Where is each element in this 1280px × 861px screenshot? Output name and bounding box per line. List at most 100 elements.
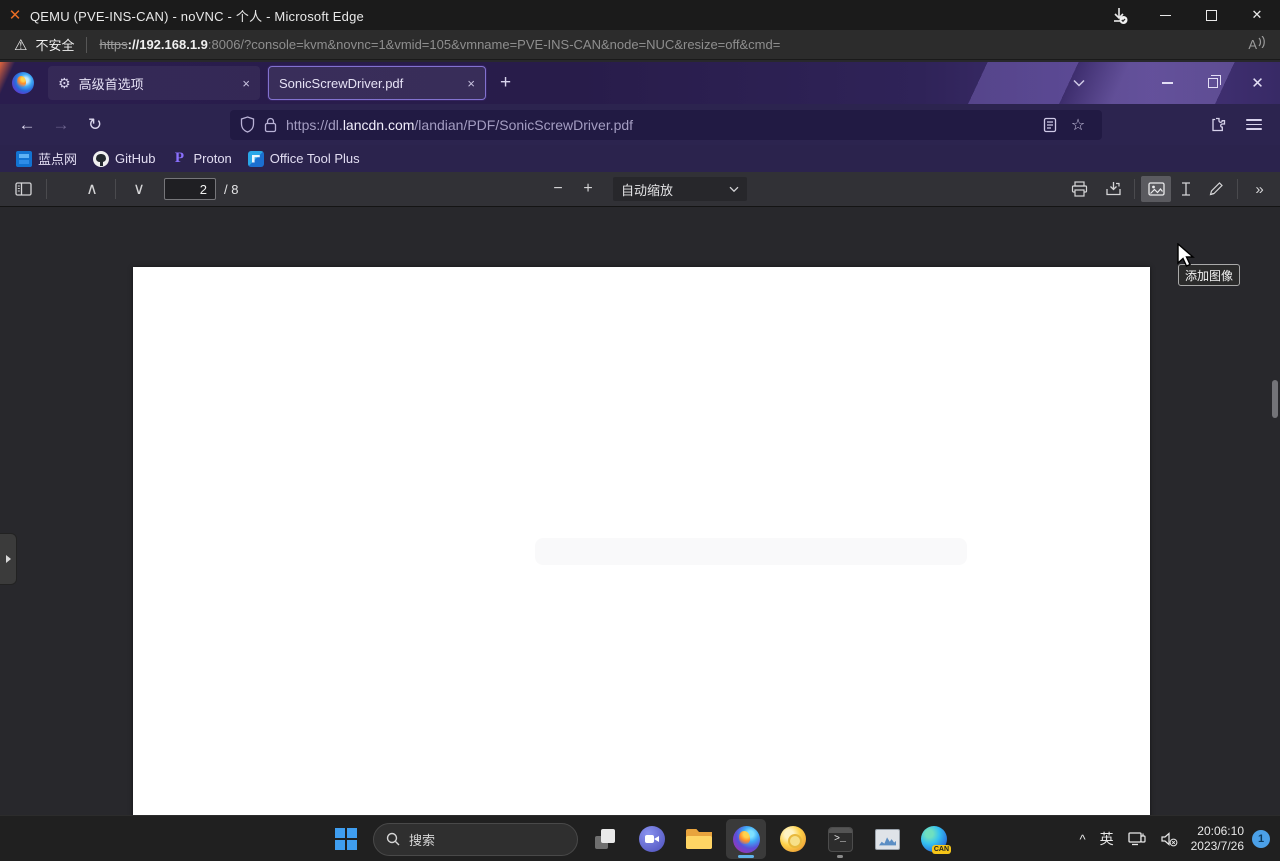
ff-minimize-button[interactable] — [1145, 62, 1190, 104]
edge-titlebar: ✕ QEMU (PVE-INS-CAN) - noVNC - 个人 - Micr… — [0, 0, 1280, 30]
proton-icon: P — [174, 150, 185, 166]
maximize-button[interactable] — [1188, 0, 1234, 30]
ff-restore-button[interactable] — [1190, 62, 1235, 104]
bookmark-proton[interactable]: P Proton — [171, 150, 232, 167]
search-icon — [386, 832, 400, 846]
terminal-icon: >_ — [827, 826, 853, 852]
task-manager-button[interactable] — [867, 819, 907, 859]
task-manager-icon — [874, 828, 900, 850]
chat-button[interactable] — [632, 819, 672, 859]
draw-pen-tool-icon[interactable] — [1201, 176, 1231, 202]
warning-icon: ⚠ — [14, 36, 28, 54]
next-page-button[interactable]: ∨ — [124, 176, 154, 202]
pdf-toolbar: ∧ ∨ / 8 − + 自动缩放 » — [0, 172, 1280, 207]
menu-hamburger-icon[interactable] — [1246, 119, 1262, 130]
ff-close-button[interactable]: ✕ — [1235, 62, 1280, 104]
firefox-taskbar-button[interactable] — [726, 819, 766, 859]
notification-badge[interactable]: 1 — [1252, 830, 1270, 848]
taskbar-search-box[interactable]: 搜索 — [373, 822, 578, 856]
chat-icon — [639, 826, 665, 852]
shield-icon[interactable] — [240, 116, 255, 133]
novnc-control-handle[interactable] — [0, 533, 17, 585]
sidebar-toggle-icon[interactable] — [8, 176, 38, 202]
terminal-button[interactable]: >_ — [820, 819, 860, 859]
add-image-tool-icon[interactable] — [1141, 176, 1171, 202]
zoom-level-select[interactable]: 自动缩放 — [613, 177, 747, 201]
page-count-label: / 8 — [224, 181, 239, 197]
more-tools-icon[interactable]: » — [1244, 176, 1274, 202]
chrome-canary-button[interactable] — [773, 819, 813, 859]
tab-close-icon[interactable]: × — [467, 76, 475, 91]
page-number-input[interactable] — [164, 178, 216, 200]
zoom-in-button[interactable]: + — [573, 176, 603, 202]
download-complete-icon[interactable] — [1096, 0, 1142, 30]
tab-sonicscrewdriver-pdf[interactable]: SonicScrewDriver.pdf × — [268, 66, 486, 100]
ime-indicator[interactable]: 英 — [1093, 829, 1121, 849]
previous-page-button[interactable]: ∧ — [77, 176, 107, 202]
reader-mode-icon[interactable] — [1036, 111, 1064, 139]
page-url[interactable]: https://dl.lancdn.com/landian/PDF/SonicS… — [286, 117, 1036, 133]
tab-list-chevron-icon[interactable] — [1073, 74, 1085, 92]
divider — [86, 36, 88, 53]
file-explorer-icon — [686, 829, 712, 849]
novnc-app-icon: ✕ — [8, 7, 22, 24]
back-button[interactable]: ← — [10, 110, 44, 140]
screen: ✕ QEMU (PVE-INS-CAN) - noVNC - 个人 - Micr… — [0, 0, 1280, 861]
bookmark-star-icon[interactable]: ☆ — [1064, 111, 1092, 139]
gear-icon: ⚙ — [58, 74, 71, 91]
pdf-viewport[interactable] — [0, 208, 1280, 815]
chrome-canary-icon — [780, 826, 806, 852]
vnc-screen: ⚙ 高级首选项 × SonicScrewDriver.pdf × + ✕ ← →… — [0, 60, 1280, 861]
bookmark-github[interactable]: GitHub — [93, 150, 155, 167]
tray-time: 20:06:10 — [1197, 824, 1244, 838]
landian-icon — [16, 150, 32, 167]
security-label[interactable]: 不安全 — [35, 35, 74, 54]
start-button[interactable] — [326, 819, 366, 859]
edge-canary-button[interactable]: CAN — [914, 819, 954, 859]
clock[interactable]: 20:06:10 2023/7/26 — [1191, 824, 1244, 854]
print-icon[interactable] — [1064, 176, 1094, 202]
read-aloud-icon[interactable]: A — [1248, 36, 1266, 52]
tab-advanced-preferences[interactable]: ⚙ 高级首选项 × — [48, 66, 260, 100]
download-save-icon[interactable] — [1098, 176, 1128, 202]
network-icon[interactable] — [1121, 831, 1153, 847]
firefox-nav-bar: ← → ↻ https://dl.lancdn.com/landian/PDF/… — [0, 104, 1280, 145]
extensions-puzzle-icon[interactable] — [1204, 111, 1232, 139]
url-field[interactable]: https://dl.lancdn.com/landian/PDF/SonicS… — [230, 109, 1102, 140]
minimize-button[interactable] — [1142, 0, 1188, 30]
firefox-tab-bar: ⚙ 高级首选项 × SonicScrewDriver.pdf × + ✕ — [0, 62, 1280, 104]
task-view-icon — [595, 829, 615, 849]
bookmarks-bar: 蓝点网 GitHub P Proton Office Tool Plus — [0, 145, 1280, 172]
zoom-out-button[interactable]: − — [543, 176, 573, 202]
file-explorer-button[interactable] — [679, 819, 719, 859]
volume-muted-icon[interactable] — [1153, 831, 1185, 847]
windows-taskbar: 搜索 >_ CAN ^ 英 20:06:10 2023/7/26 1 — [0, 815, 1280, 861]
canary-badge: CAN — [931, 845, 951, 854]
edge-canary-icon: CAN — [921, 826, 951, 854]
reload-button[interactable]: ↻ — [78, 110, 112, 140]
pdf-page[interactable] — [133, 267, 1150, 815]
bookmark-office-tool-plus[interactable]: Office Tool Plus — [247, 150, 360, 167]
tab-close-icon[interactable]: × — [242, 76, 250, 91]
close-button[interactable]: ✕ — [1234, 0, 1280, 30]
windows-logo-icon — [335, 828, 357, 850]
firefox-logo-icon — [12, 72, 34, 94]
mouse-cursor — [1177, 243, 1195, 267]
search-placeholder: 搜索 — [409, 832, 436, 848]
new-tab-button[interactable]: + — [500, 72, 511, 94]
faded-page-element — [535, 538, 967, 565]
task-view-button[interactable] — [585, 819, 625, 859]
lock-icon[interactable] — [264, 117, 277, 133]
host-url[interactable]: https://192.168.1.9:8006/?console=kvm&no… — [99, 37, 780, 52]
scrollbar-thumb[interactable] — [1272, 380, 1278, 418]
chevron-down-icon — [729, 186, 739, 192]
free-text-tool-icon[interactable] — [1171, 176, 1201, 202]
forward-button: → — [52, 114, 70, 134]
bookmark-landian[interactable]: 蓝点网 — [16, 149, 77, 168]
firefox-icon — [732, 825, 760, 853]
github-icon — [93, 150, 110, 167]
tray-chevron-icon[interactable]: ^ — [1073, 832, 1093, 847]
edge-address-bar[interactable]: ⚠ 不安全 https://192.168.1.9:8006/?console=… — [0, 30, 1280, 60]
window-title: QEMU (PVE-INS-CAN) - noVNC - 个人 - Micros… — [30, 8, 364, 24]
office-tool-plus-icon — [247, 150, 264, 167]
